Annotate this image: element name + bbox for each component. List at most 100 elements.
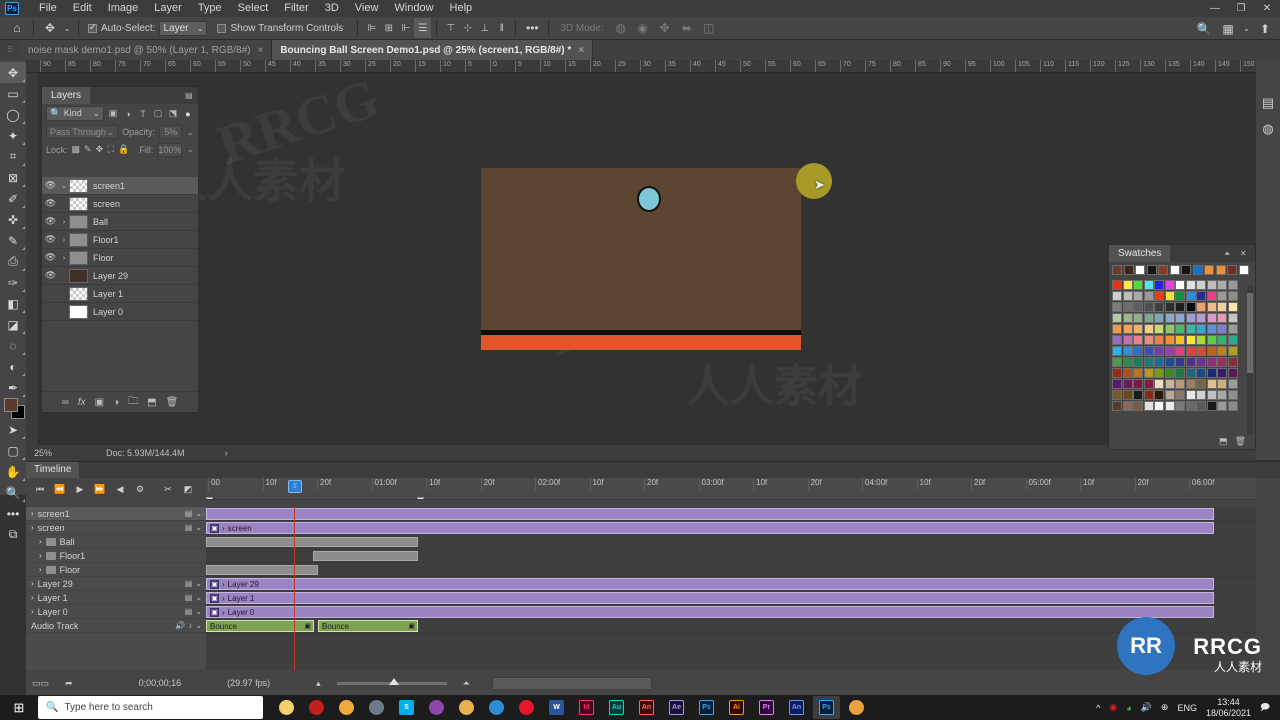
color-swatch[interactable] [1227,346,1238,356]
color-swatch[interactable] [1164,335,1175,345]
auto-select-checkbox[interactable]: Auto-Select: [88,22,155,34]
color-swatch[interactable] [1175,368,1185,378]
layer-filter-kind-dropdown[interactable]: 🔍 Kind ⌄ [46,106,104,121]
filter-toggle-icon[interactable]: ● [182,108,194,120]
color-swatch[interactable] [1196,357,1206,367]
document-tab-bouncing-ball[interactable]: Bouncing Ball Screen Demo1.psd @ 25% (sc… [272,40,594,60]
timeline-audio-track[interactable]: Bounce▣Bounce▣+ [206,619,1256,633]
work-area-end-handle[interactable] [417,497,424,499]
color-swatch[interactable] [1122,379,1133,389]
color-swatch[interactable] [1154,324,1164,334]
render-video-icon[interactable]: ▭▭ [32,678,49,689]
lock-transparency-icon[interactable]: ▩ [72,144,81,156]
canvas-area[interactable]: 90 85 80 75 70 65 60 55 50 45 40 35 30 25 20 15 10 5 0 5 10 1… [26,60,1256,460]
taskbar-icon-indesign[interactable]: Id [573,696,600,719]
color-swatch[interactable] [1122,324,1133,334]
taskbar-icon-audition[interactable]: Au [603,696,630,719]
move-tool-icon[interactable]: ✥ [39,17,61,39]
layer-disclosure-icon[interactable]: › [59,253,69,262]
color-swatch[interactable] [1154,335,1164,345]
type-filter-icon[interactable]: T [137,108,149,120]
color-swatch[interactable] [1206,291,1217,301]
timeline-zoom-slider[interactable] [336,677,447,685]
color-swatch[interactable] [1227,280,1238,290]
taskbar-icon-edge[interactable] [483,696,510,719]
timeline-row-controls[interactable]: ▤ ⌄ [185,593,202,602]
chevron-right-icon[interactable]: › [222,580,225,589]
align-top-edges-icon[interactable]: ☰ [414,18,432,38]
color-swatch[interactable] [1112,401,1122,411]
color-swatch[interactable] [1227,357,1238,367]
auto-select-scope-dropdown[interactable]: Layer ⌄ [159,20,208,36]
color-swatch[interactable] [1122,357,1133,367]
taskbar-icon-opera[interactable] [513,696,540,719]
layer-disclosure-icon[interactable]: › [59,217,69,226]
distribute-top-icon[interactable]: ⊤ [442,18,459,38]
color-swatch[interactable] [1122,302,1133,312]
taskbar-icon-word[interactable]: W [543,696,570,719]
color-swatch[interactable] [1227,324,1238,334]
timeline-disclosure-icon[interactable]: › [31,523,34,532]
layer-visibility-icon[interactable]: 👁 [42,216,59,227]
layer-visibility-icon[interactable]: 👁 [42,234,59,245]
color-swatch[interactable] [1143,291,1154,301]
keyframe-toggle-icon[interactable]: ▤ [185,523,193,532]
close-icon[interactable]: ✕ [1240,249,1249,258]
audio-mute-icon[interactable]: ◀ [110,479,130,499]
recent-swatch[interactable] [1158,265,1168,275]
color-swatch[interactable] [1175,324,1185,334]
timeline-track-row[interactable]: ▣›screen+ [206,521,1256,535]
color-swatch[interactable] [1227,390,1238,400]
color-swatch[interactable] [1112,357,1122,367]
timeline-tracks[interactable]: +▣›screen+▣›Layer 29+▣›Layer 1+▣›Layer 0… [206,507,1256,670]
menu-3d[interactable]: 3D [317,0,347,17]
timeline-audio-track-row[interactable]: Audio Track 🔊 ♪ ⌄ [26,619,206,633]
pixel-filter-icon[interactable]: ▣ [107,108,119,120]
go-to-first-frame-icon[interactable]: ⏮ [30,479,50,499]
color-swatch[interactable] [1112,324,1122,334]
current-timecode[interactable]: 0;00;00;16 [139,678,182,688]
play-icon[interactable]: ▶ [70,479,90,499]
opacity-value[interactable]: 5% [159,125,183,139]
menu-filter[interactable]: Filter [276,0,316,17]
chevron-down-icon[interactable]: ⌄ [195,509,202,518]
layer-row[interactable]: Layer 1 [42,285,198,303]
color-swatch[interactable] [1175,346,1185,356]
color-swatch[interactable] [1164,324,1175,334]
volume-icon[interactable]: 🔊 [1141,702,1152,713]
timeline-track-row[interactable]: ▣›Layer 29+ [206,577,1256,591]
color-swatch[interactable] [1217,280,1227,290]
clock[interactable]: 13:44 18/06/2021 [1206,697,1251,718]
recent-swatch[interactable] [1123,265,1134,275]
timeline-layer-row[interactable]: › screen1 ▤ ⌄ [26,507,206,521]
audio-clip-handle-icon[interactable]: ▣ [408,622,415,630]
swatches-grid[interactable] [1109,278,1249,414]
color-swatch[interactable] [1227,368,1238,378]
layer-disclosure-icon[interactable]: ⌄ [59,181,69,190]
rectangle-tool-icon[interactable]: ▢ [0,440,26,461]
timeline-layer-row[interactable]: › Layer 0 ▤ ⌄ [26,605,206,619]
menu-view[interactable]: View [347,0,387,17]
eyedropper-tool-icon[interactable]: ✐ [0,188,26,209]
layer-row[interactable]: 👁 Layer 29 [42,267,198,285]
layer-row[interactable]: 👁 screen [42,195,198,213]
tab-bar-grip[interactable]: ⠿ [0,40,20,60]
home-icon[interactable]: ⌂ [6,17,28,39]
color-swatch[interactable] [1164,302,1175,312]
edit-toolbar-icon[interactable]: ••• [0,503,26,524]
layer-visibility-icon[interactable]: 👁 [42,198,59,209]
menu-image[interactable]: Image [100,0,147,17]
adjustments-icon[interactable]: ◍ [1256,116,1280,142]
color-swatch[interactable] [1185,401,1196,411]
color-swatch[interactable] [1154,302,1164,312]
tab-timeline[interactable]: Timeline [26,462,80,478]
show-transform-checkbox[interactable]: Show Transform Controls [217,23,343,34]
recent-swatch[interactable] [1204,265,1214,275]
new-group-icon[interactable]: 🗀 [128,394,138,411]
layer-row[interactable]: 👁 › Ball [42,213,198,231]
chevron-right-icon[interactable]: › [222,608,225,617]
settings-icon[interactable]: ⚙ [130,479,150,499]
taskbar-icon-recorder[interactable] [303,696,330,719]
taskbar-icon-after-effects[interactable]: Ae [663,696,690,719]
timeline-clip-bar[interactable]: ▣ › Layer 29 [206,578,1214,590]
